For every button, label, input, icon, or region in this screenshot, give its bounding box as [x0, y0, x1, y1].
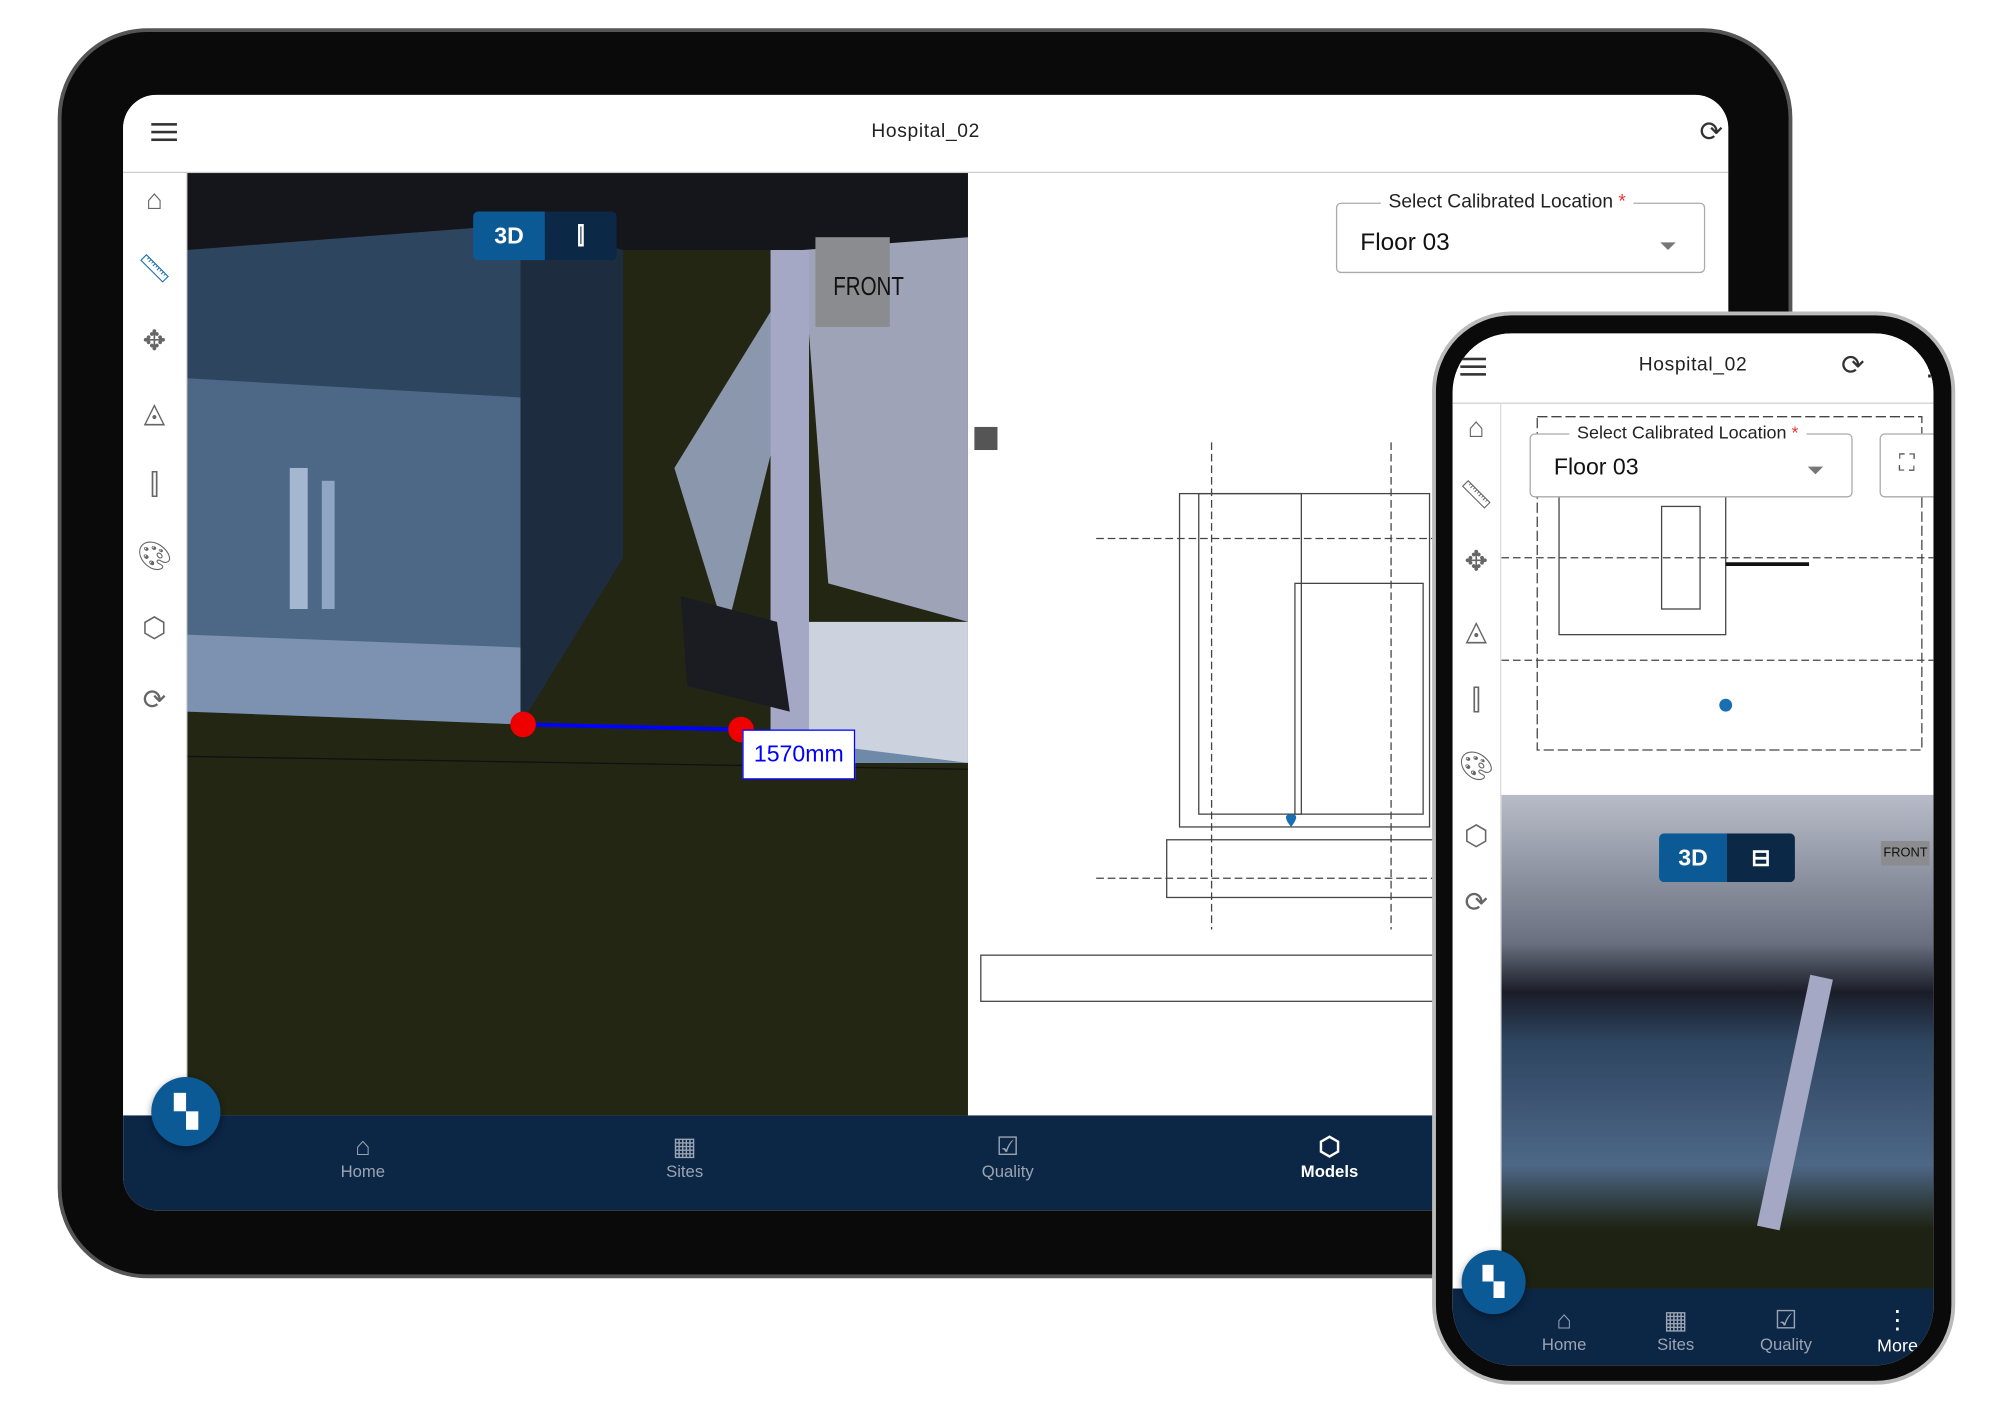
view-mode-toggle: 3D ⊟ — [1659, 833, 1795, 883]
phone-header: Hospital_02 ⟳ ⋮ — [1452, 333, 1934, 404]
nav-more[interactable]: ⋮ More — [1865, 1306, 1929, 1355]
qr-code-icon: ▚ — [1482, 1265, 1505, 1298]
clipboard-check-icon: ☑ — [996, 1133, 1020, 1162]
split-view-button[interactable]: ⊟ — [1726, 833, 1795, 883]
home-icon[interactable]: ⌂ — [123, 183, 186, 216]
sync-icon[interactable]: ⟳ — [1841, 349, 1865, 382]
phone-screen: Hospital_02 ⟳ ⋮ FRONT 3D ⊟ Select Calibr… — [1452, 333, 1934, 1366]
floorplan-icon: ▦ — [1663, 1306, 1688, 1335]
refresh-icon[interactable]: ⟳ — [123, 683, 186, 716]
palette-icon[interactable]: 🎨︎ — [1453, 750, 1500, 783]
measurement-label: 1570mm — [742, 729, 856, 780]
chevron-down-icon — [1660, 242, 1676, 257]
qr-scan-button[interactable]: ▚ — [151, 1076, 221, 1147]
qr-code-icon: ▚ — [174, 1094, 198, 1129]
measurement-line — [510, 711, 754, 743]
qr-scan-button[interactable]: ▚ — [1461, 1250, 1526, 1315]
calibrated-location-select[interactable]: Select Calibrated Location * Floor 03 — [1335, 191, 1706, 274]
home-icon: ⌂ — [1556, 1306, 1572, 1335]
page-title: Hospital_02 — [871, 120, 980, 143]
select-label: Select Calibrated Location * — [1569, 421, 1807, 443]
cube-icon[interactable]: ⬡ — [1453, 819, 1500, 852]
split-view-icon: ⊟ — [1751, 844, 1771, 870]
tool-sidebar: ⌂ 📏︎ ✥ ◬ ⫿ 🎨︎ ⬡ ⟳ — [1452, 403, 1502, 1289]
tool-sidebar: ⌂ 📏︎ ✥ ◬ ⫿ 🎨︎ ⬡ ⟳ — [123, 173, 188, 1116]
clipboard-check-icon: ☑ — [1774, 1306, 1798, 1335]
3d-mode-button[interactable]: 3D — [1659, 833, 1727, 883]
navigate-icon[interactable]: ◬ — [123, 396, 186, 429]
nav-quality[interactable]: ☑ Quality — [963, 1133, 1053, 1180]
cube-icon[interactable]: ⬡ — [123, 612, 186, 645]
ruler-icon[interactable]: 📏︎ — [1453, 478, 1500, 511]
select-value: Floor 03 — [1360, 229, 1450, 257]
fullscreen-icon: ⛶ — [1898, 450, 1915, 476]
palette-icon[interactable]: 🎨︎ — [123, 540, 186, 573]
home-icon[interactable]: ⌂ — [1453, 412, 1500, 445]
more-vertical-icon: ⋮ — [1884, 1306, 1911, 1335]
app-header: Hospital_02 ⟳ — [123, 94, 1729, 174]
orbit-icon[interactable]: ✥ — [123, 324, 186, 357]
scene-sign: FRONT — [1880, 841, 1931, 866]
orbit-icon[interactable]: ✥ — [1453, 545, 1500, 578]
navigate-icon[interactable]: ◬ — [1453, 614, 1500, 647]
home-icon: ⌂ — [355, 1133, 371, 1162]
floorplan-icon: ▦ — [672, 1133, 697, 1162]
phone-3d-viewport[interactable]: FRONT 3D ⊟ — [1501, 794, 1934, 1289]
bottom-nav: ⌂ Home ▦ Sites ☑ Quality ⋮ More — [1452, 1288, 1934, 1366]
floor-plan-drawing — [974, 426, 1481, 1002]
nav-sites[interactable]: ▦ Sites — [646, 1133, 723, 1180]
3d-viewport[interactable]: FRONT 3D ⫿ 1570mm — [187, 173, 968, 1116]
chevron-down-icon — [1807, 466, 1824, 482]
cube-icon: ⬡ — [1318, 1133, 1341, 1162]
calibrated-location-select[interactable]: Select Calibrated Location * Floor 03 — [1529, 421, 1853, 498]
nav-models[interactable]: ⬡ Models — [1285, 1133, 1375, 1180]
nav-quality[interactable]: ☑ Quality — [1748, 1306, 1825, 1353]
more-vertical-icon[interactable]: ⋮ — [1917, 351, 1934, 383]
fullscreen-button[interactable]: ⛶ — [1879, 433, 1934, 498]
section-icon[interactable]: ⫿ — [123, 468, 186, 501]
refresh-icon[interactable]: ⟳ — [1453, 886, 1500, 919]
section-icon[interactable]: ⫿ — [1453, 683, 1500, 716]
select-value: Floor 03 — [1553, 453, 1639, 480]
nav-sites[interactable]: ▦ Sites — [1644, 1306, 1708, 1353]
ruler-icon[interactable]: 📏︎ — [123, 253, 186, 286]
select-label: Select Calibrated Location * — [1380, 191, 1634, 213]
nav-home[interactable]: ⌂ Home — [324, 1133, 401, 1180]
nav-home[interactable]: ⌂ Home — [1532, 1306, 1596, 1353]
sync-icon[interactable]: ⟳ — [1700, 115, 1724, 148]
